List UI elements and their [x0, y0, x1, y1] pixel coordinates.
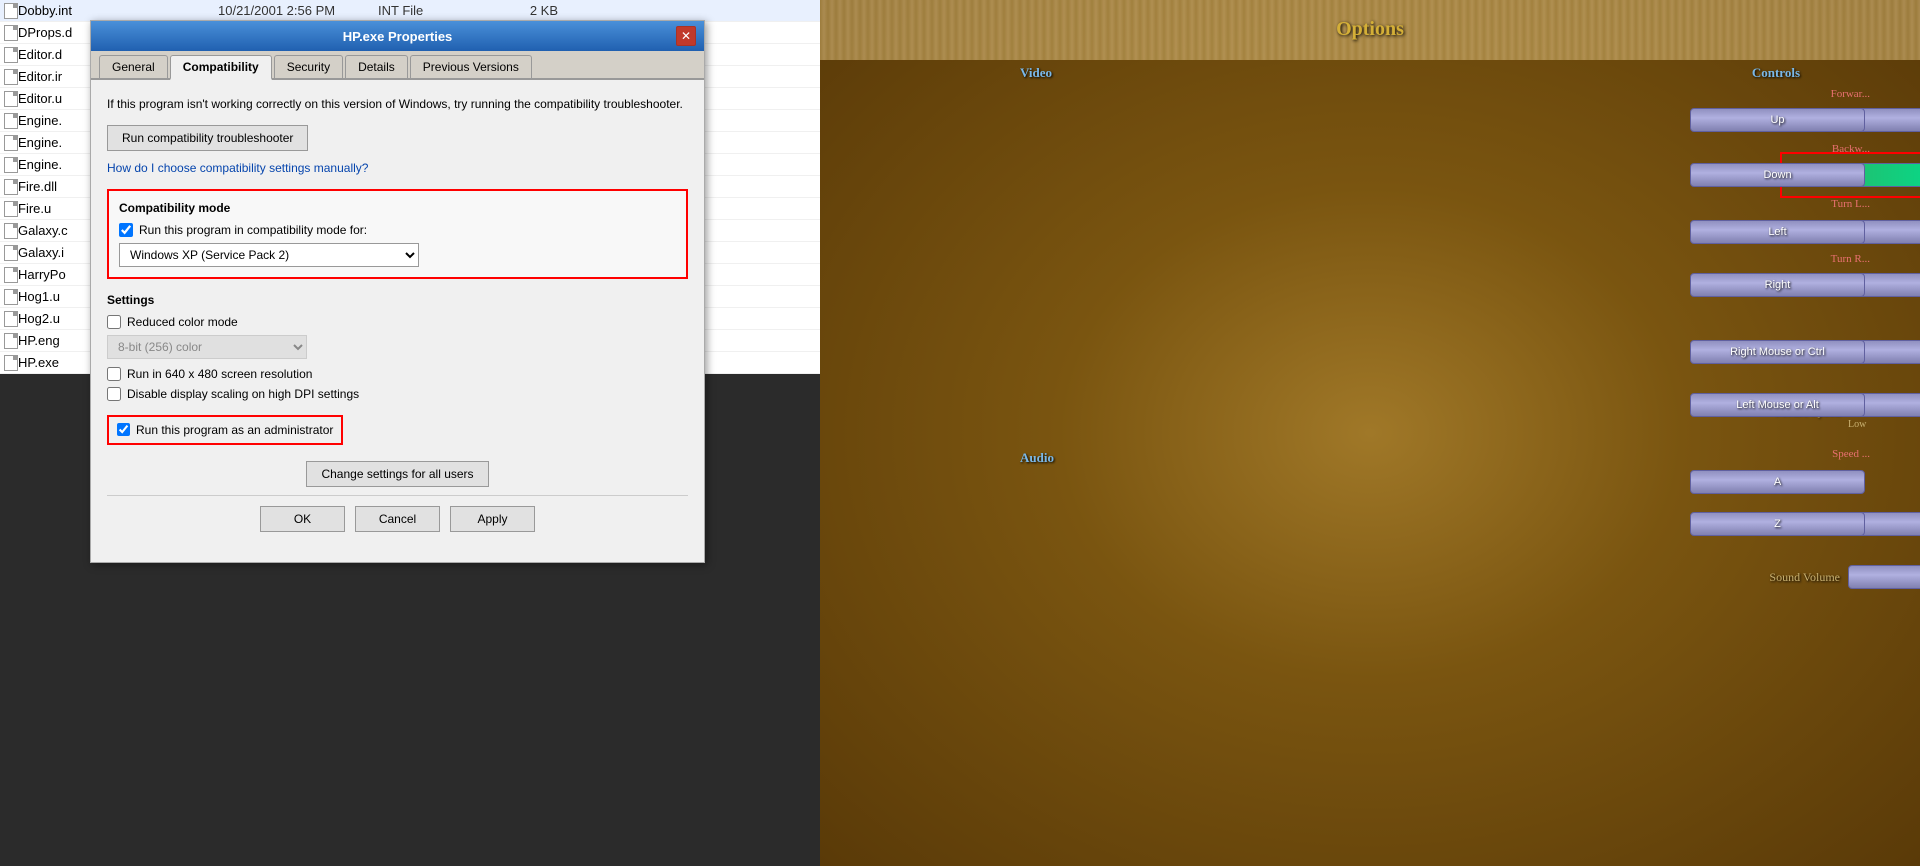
disable-dpi-checkbox[interactable]	[107, 387, 121, 401]
run-640-label: Run in 640 x 480 screen resolution	[127, 367, 312, 381]
help-link[interactable]: How do I choose compatibility settings m…	[107, 161, 688, 175]
dialog-tabs: General Compatibility Security Details P…	[91, 51, 704, 80]
file-icon	[4, 25, 18, 41]
dialog-titlebar: HP.exe Properties ✕	[91, 21, 704, 51]
backward-ctrl-label: Backw...	[1832, 143, 1870, 155]
run-admin-checkbox[interactable]	[117, 423, 130, 436]
video-section-label: Video	[1020, 65, 1052, 81]
reduced-color-checkbox[interactable]	[107, 315, 121, 329]
compat-mode-checkbox-row: Run this program in compatibility mode f…	[119, 223, 676, 237]
file-icon	[4, 91, 18, 107]
tab-details[interactable]: Details	[345, 55, 408, 78]
controls-section-label: Controls	[1752, 65, 1800, 81]
compatibility-mode-section: Compatibility mode Run this program in c…	[107, 189, 688, 279]
run-admin-section: Run this program as an administrator	[107, 415, 343, 445]
mouse-speed-labels: Low High	[1848, 419, 1920, 430]
change-settings-button[interactable]: Change settings for all users	[306, 461, 488, 487]
tab-compatibility[interactable]: Compatibility	[170, 55, 272, 80]
cancel-button[interactable]: Cancel	[355, 506, 440, 532]
ctrl-z-row: Z	[1690, 512, 1865, 536]
sound-volume-slider-container	[1848, 565, 1920, 589]
compat-mode-title: Compatibility mode	[119, 201, 676, 215]
ctrl-audio-row: A	[1690, 470, 1865, 494]
file-icon	[4, 245, 18, 261]
speed-ctrl-label: Speed ...	[1832, 448, 1870, 460]
file-icon	[4, 223, 18, 239]
settings-title: Settings	[107, 293, 688, 307]
options-title: Options	[1336, 18, 1404, 41]
ctrl-jump-label: Right Mouse or Ctrl	[1730, 346, 1825, 358]
ok-button[interactable]: OK	[260, 506, 345, 532]
reduced-color-label: Reduced color mode	[127, 315, 238, 329]
ctrl-z-button[interactable]: Z	[1690, 512, 1865, 536]
tab-general[interactable]: General	[99, 55, 168, 78]
ctrl-use-button[interactable]: Left Mouse or Alt	[1690, 393, 1865, 417]
ctrl-right-label: Right	[1765, 279, 1791, 291]
ctrl-up-label: Up	[1770, 114, 1784, 126]
turn-right-ctrl-label: Turn R...	[1831, 253, 1870, 265]
file-icon	[4, 179, 18, 195]
audio-section-label: Audio	[1020, 450, 1054, 466]
file-icon	[4, 355, 18, 371]
ctrl-down-button[interactable]: Down	[1690, 163, 1865, 187]
ctrl-right-row: Right	[1690, 273, 1865, 297]
ctrl-left-label: Left	[1768, 226, 1786, 238]
file-icon	[4, 113, 18, 129]
sound-volume-row: Sound Volume	[1750, 565, 1920, 589]
file-icon	[4, 267, 18, 283]
file-icon	[4, 47, 18, 63]
ctrl-right-button[interactable]: Right	[1690, 273, 1865, 297]
run-admin-label: Run this program as an administrator	[136, 423, 333, 437]
dialog-title: HP.exe Properties	[119, 29, 676, 44]
ctrl-use-row: Left Mouse or Alt	[1690, 393, 1865, 417]
dialog-body: If this program isn't working correctly …	[91, 80, 704, 562]
ctrl-left-row: Left	[1690, 220, 1865, 244]
tab-security[interactable]: Security	[274, 55, 343, 78]
close-button[interactable]: ✕	[676, 26, 696, 46]
compat-mode-label: Run this program in compatibility mode f…	[139, 223, 367, 237]
forward-ctrl-label: Forwar...	[1831, 88, 1870, 100]
settings-section: Settings Reduced color mode 8-bit (256) …	[107, 293, 688, 445]
sound-volume-slider[interactable]	[1848, 565, 1920, 589]
file-icon	[4, 333, 18, 349]
file-icon	[4, 3, 18, 19]
properties-dialog: HP.exe Properties ✕ General Compatibilit…	[90, 20, 705, 563]
ctrl-jump-row: Right Mouse or Ctrl	[1690, 340, 1865, 364]
tab-previous-versions[interactable]: Previous Versions	[410, 55, 532, 78]
file-icon	[4, 289, 18, 305]
file-icon	[4, 135, 18, 151]
color-depth-select[interactable]: 8-bit (256) color	[107, 335, 307, 359]
file-icon	[4, 69, 18, 85]
dialog-footer: OK Cancel Apply	[107, 495, 688, 546]
file-row[interactable]: Dobby.int 10/21/2001 2:56 PM INT File 2 …	[0, 0, 820, 22]
reduced-color-row: Reduced color mode	[107, 315, 688, 329]
ctrl-up-button[interactable]: Up	[1690, 108, 1865, 132]
ctrl-audio-button[interactable]: A	[1690, 470, 1865, 494]
game-panel: Options Video Controls Audio Resolution …	[820, 0, 1920, 866]
compat-mode-select[interactable]: Windows XP (Service Pack 2) Windows Vist…	[119, 243, 419, 267]
sound-volume-label: Sound Volume	[1750, 570, 1840, 585]
ctrl-up-row: Up	[1690, 108, 1865, 132]
ctrl-z-label: Z	[1774, 518, 1781, 530]
file-icon	[4, 311, 18, 327]
mouse-speed-low: Low	[1848, 419, 1866, 430]
turn-left-ctrl-label: Turn L...	[1831, 198, 1870, 210]
disable-dpi-row: Disable display scaling on high DPI sett…	[107, 387, 688, 401]
compat-mode-checkbox[interactable]	[119, 223, 133, 237]
run-640-checkbox[interactable]	[107, 367, 121, 381]
ctrl-down-label: Down	[1763, 169, 1791, 181]
compat-intro-text: If this program isn't working correctly …	[107, 96, 688, 113]
file-icon	[4, 157, 18, 173]
ctrl-left-button[interactable]: Left	[1690, 220, 1865, 244]
ctrl-jump-button[interactable]: Right Mouse or Ctrl	[1690, 340, 1865, 364]
apply-button[interactable]: Apply	[450, 506, 535, 532]
file-explorer: Dobby.int 10/21/2001 2:56 PM INT File 2 …	[0, 0, 820, 866]
run-640-row: Run in 640 x 480 screen resolution	[107, 367, 688, 381]
disable-dpi-label: Disable display scaling on high DPI sett…	[127, 387, 359, 401]
ctrl-audio-label: A	[1774, 476, 1781, 488]
ctrl-use-label: Left Mouse or Alt	[1736, 399, 1819, 411]
run-troubleshooter-button[interactable]: Run compatibility troubleshooter	[107, 125, 308, 151]
ctrl-down-row: Down	[1690, 163, 1865, 187]
file-icon	[4, 201, 18, 217]
